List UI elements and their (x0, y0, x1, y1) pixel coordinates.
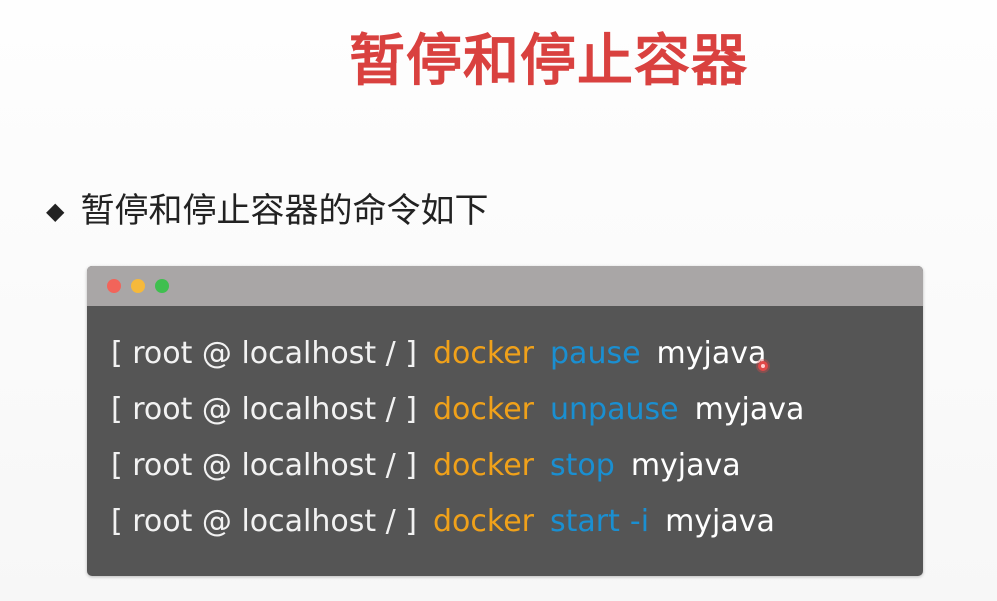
docker-command: docker (433, 504, 535, 539)
docker-command: docker (433, 336, 535, 371)
shell-prompt: [ root @ localhost / ] (111, 336, 418, 371)
minimize-dot-icon[interactable] (131, 279, 145, 293)
shell-prompt: [ root @ localhost / ] (111, 448, 418, 483)
docker-subcommand: pause (550, 336, 641, 371)
docker-subcommand: stop (550, 448, 615, 483)
command-line-pause: [ root @ localhost / ] docker pause myjava (111, 326, 923, 382)
shell-prompt: [ root @ localhost / ] (111, 504, 418, 539)
slide-title: 暂停和停止容器 (349, 29, 748, 94)
command-line-start: [ root @ localhost / ] docker start -i myjav… (111, 494, 923, 550)
container-name: myjava (656, 336, 767, 371)
mouse-cursor-icon (758, 361, 768, 371)
container-name: myjava (630, 448, 741, 483)
container-name: myjava (665, 504, 775, 539)
shell-prompt: [ root @ localhost / ] (111, 392, 418, 427)
maximize-dot-icon[interactable] (155, 279, 169, 293)
docker-subcommand: unpause (550, 392, 679, 427)
close-dot-icon[interactable] (107, 279, 121, 293)
terminal-titlebar (87, 266, 923, 306)
container-name: myjava (694, 392, 805, 427)
command-flag: -i (629, 504, 650, 539)
bullet-text: 暂停和停止容器的命令如下 (80, 191, 489, 231)
terminal-body: [ root @ localhost / ] docker pause myjava … (87, 306, 923, 576)
command-line-stop: [ root @ localhost / ] docker stop myjava (111, 438, 923, 494)
terminal-window: [ root @ localhost / ] docker pause myjava … (87, 266, 923, 576)
docker-command: docker (433, 448, 535, 483)
slide: 暂停和停止容器 ◆ 暂停和停止容器的命令如下 [ root @ localhos… (0, 0, 997, 601)
bullet-row: ◆ 暂停和停止容器的命令如下 (46, 186, 488, 236)
docker-subcommand: start (550, 504, 620, 539)
command-line-unpause: [ root @ localhost / ] docker unpause myjav… (111, 382, 923, 438)
diamond-bullet-icon: ◆ (46, 197, 65, 225)
docker-command: docker (433, 392, 535, 427)
